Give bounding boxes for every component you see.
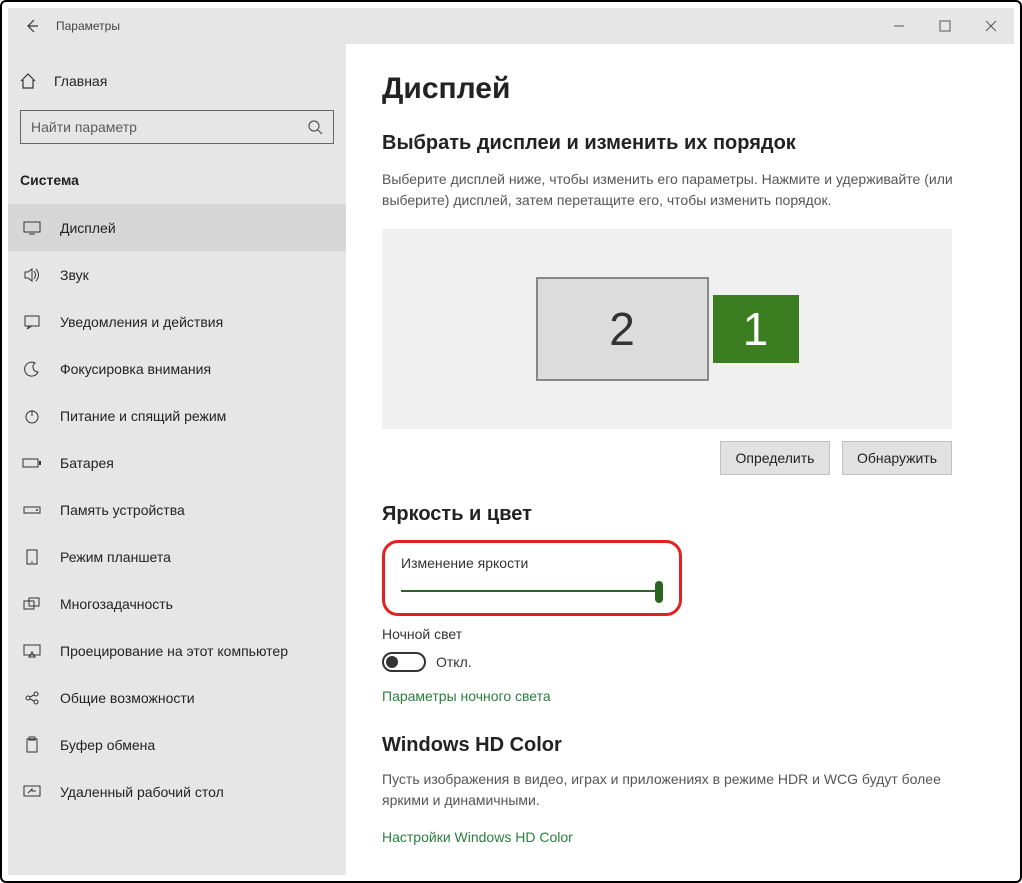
multitask-icon: [22, 597, 42, 611]
tablet-icon: [22, 549, 42, 565]
minimize-icon: [893, 20, 905, 32]
sidebar-item-label: Проецирование на этот компьютер: [60, 643, 288, 659]
monitor-icon: [22, 221, 42, 235]
hd-color-link[interactable]: Настройки Windows HD Color: [382, 829, 978, 845]
home-label: Главная: [54, 73, 107, 89]
notification-icon: [22, 314, 42, 330]
back-button[interactable]: [8, 8, 56, 44]
sidebar-item-clipboard[interactable]: Буфер обмена: [8, 721, 346, 768]
maximize-button[interactable]: [922, 8, 968, 44]
maximize-icon: [939, 20, 951, 32]
sidebar-item-label: Память устройства: [60, 502, 185, 518]
hd-color-heading: Windows HD Color: [382, 734, 978, 757]
sidebar-item-label: Батарея: [60, 455, 114, 471]
sidebar-item-power[interactable]: Питание и спящий режим: [8, 392, 346, 439]
sidebar-item-storage[interactable]: Память устройства: [8, 486, 346, 533]
sidebar-item-sound[interactable]: Звук: [8, 251, 346, 298]
sidebar-item-label: Общие возможности: [60, 690, 195, 706]
night-light-toggle[interactable]: [382, 652, 426, 672]
sidebar-item-shared[interactable]: Общие возможности: [8, 674, 346, 721]
sidebar-item-tablet[interactable]: Режим планшета: [8, 533, 346, 580]
arrange-help: Выберите дисплей ниже, чтобы изменить ег…: [382, 169, 978, 211]
brightness-highlight: Изменение яркости: [382, 540, 682, 616]
clipboard-icon: [22, 736, 42, 754]
brightness-slider[interactable]: [401, 585, 663, 597]
search-icon: [307, 119, 323, 135]
home-nav[interactable]: Главная: [8, 62, 346, 100]
detect-button[interactable]: Обнаружить: [842, 441, 952, 475]
sidebar-item-multitask[interactable]: Многозадачность: [8, 580, 346, 627]
night-light-settings-link[interactable]: Параметры ночного света: [382, 688, 978, 704]
sidebar-item-label: Буфер обмена: [60, 737, 155, 753]
sidebar: Главная Система Дисплей Звук: [8, 44, 346, 875]
sidebar-item-label: Удаленный рабочий стол: [60, 784, 224, 800]
arrow-left-icon: [24, 18, 40, 34]
display-arranger[interactable]: 2 1: [382, 229, 952, 429]
sidebar-item-label: Питание и спящий режим: [60, 408, 226, 424]
project-icon: [22, 644, 42, 658]
battery-icon: [22, 457, 42, 469]
titlebar: Параметры: [8, 8, 1014, 44]
slider-thumb[interactable]: [655, 581, 663, 603]
brightness-label: Изменение яркости: [401, 555, 663, 571]
sidebar-item-battery[interactable]: Батарея: [8, 439, 346, 486]
moon-icon: [22, 361, 42, 377]
arrange-heading: Выбрать дисплеи и изменить их порядок: [382, 132, 978, 155]
sidebar-item-notifications[interactable]: Уведомления и действия: [8, 298, 346, 345]
sidebar-item-label: Фокусировка внимания: [60, 361, 211, 377]
share-icon: [22, 690, 42, 706]
search-box[interactable]: [20, 110, 334, 144]
content-area: Дисплей Выбрать дисплеи и изменить их по…: [346, 44, 1014, 875]
sidebar-item-focus[interactable]: Фокусировка внимания: [8, 345, 346, 392]
hd-color-help: Пусть изображения в видео, играх и прило…: [382, 769, 978, 811]
sidebar-item-label: Режим планшета: [60, 549, 171, 565]
close-icon: [985, 20, 997, 32]
close-button[interactable]: [968, 8, 1014, 44]
category-heading: Система: [8, 162, 346, 204]
home-icon: [18, 72, 38, 90]
sidebar-item-remote[interactable]: Удаленный рабочий стол: [8, 768, 346, 815]
display-1[interactable]: 1: [713, 295, 799, 363]
display-2[interactable]: 2: [536, 277, 709, 381]
brightness-heading: Яркость и цвет: [382, 503, 978, 526]
night-light-label: Ночной свет: [382, 626, 978, 642]
speaker-icon: [22, 267, 42, 283]
sidebar-item-label: Звук: [60, 267, 89, 283]
storage-icon: [22, 504, 42, 516]
sidebar-item-display[interactable]: Дисплей: [8, 204, 346, 251]
page-title: Дисплей: [382, 72, 978, 106]
power-icon: [22, 408, 42, 424]
minimize-button[interactable]: [876, 8, 922, 44]
identify-button[interactable]: Определить: [720, 441, 830, 475]
sidebar-item-projecting[interactable]: Проецирование на этот компьютер: [8, 627, 346, 674]
toggle-knob: [386, 656, 398, 668]
app-title: Параметры: [56, 19, 120, 33]
toggle-state: Откл.: [436, 654, 472, 670]
slider-track: [401, 590, 663, 592]
sidebar-item-label: Многозадачность: [60, 596, 173, 612]
search-input[interactable]: [31, 119, 307, 135]
sidebar-item-label: Дисплей: [60, 220, 116, 236]
remote-icon: [22, 785, 42, 799]
sidebar-item-label: Уведомления и действия: [60, 314, 223, 330]
